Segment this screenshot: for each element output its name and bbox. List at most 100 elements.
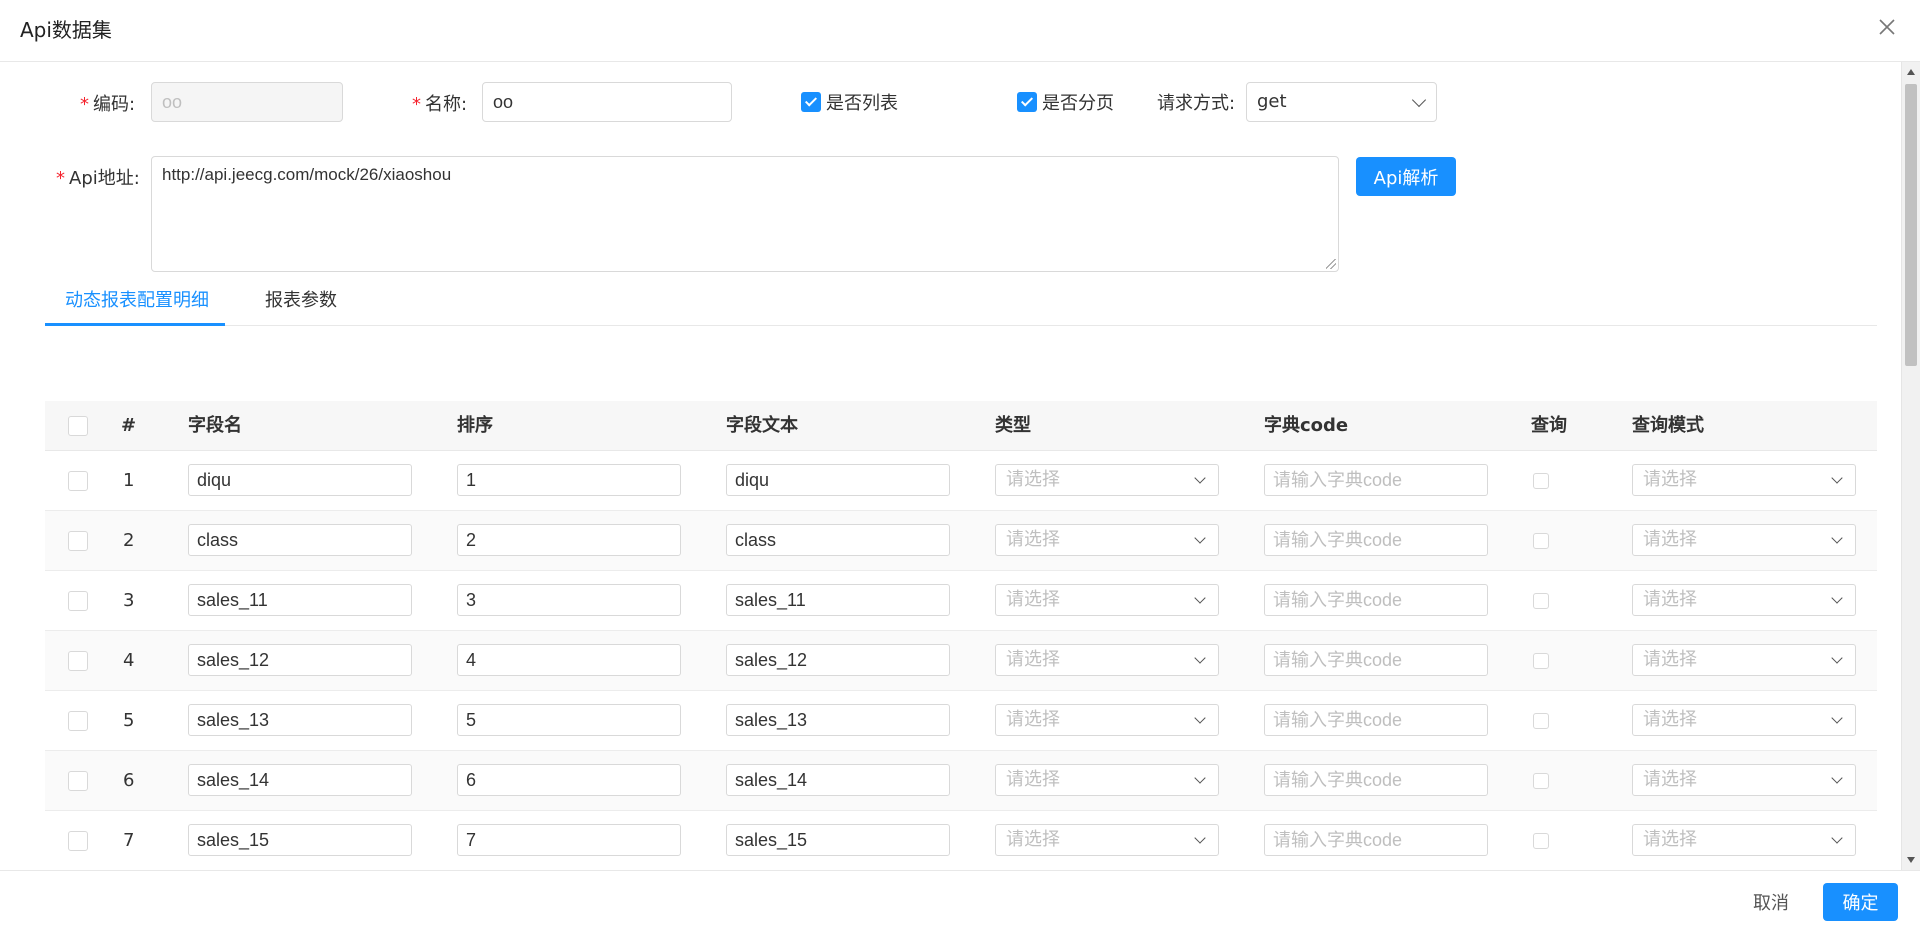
row-checkbox[interactable] bbox=[68, 591, 88, 611]
dict-code-input[interactable]: 请输入字典code bbox=[1264, 464, 1488, 496]
query-checkbox[interactable] bbox=[1533, 713, 1549, 729]
query-mode-select[interactable]: 请选择 bbox=[1632, 644, 1856, 676]
is-list-checkbox[interactable] bbox=[801, 92, 821, 112]
field-text-input[interactable]: diqu bbox=[726, 464, 950, 496]
field-name-input[interactable]: diqu bbox=[188, 464, 412, 496]
vertical-scrollbar[interactable] bbox=[1901, 62, 1920, 870]
field-text-input[interactable]: sales_11 bbox=[726, 584, 950, 616]
row-number: 3 bbox=[123, 590, 135, 611]
row-checkbox[interactable] bbox=[68, 771, 88, 791]
type-select[interactable]: 请选择 bbox=[995, 704, 1219, 736]
order-input[interactable]: 7 bbox=[457, 824, 681, 856]
type-select[interactable]: 请选择 bbox=[995, 464, 1219, 496]
field-text-input[interactable]: class bbox=[726, 524, 950, 556]
type-select[interactable]: 请选择 bbox=[995, 644, 1219, 676]
table-row: 4 sales_12 4 sales_12 请选择 请输入字典code 请选择 bbox=[45, 631, 1877, 691]
row-checkbox[interactable] bbox=[68, 831, 88, 851]
api-url-textarea[interactable]: http://api.jeecg.com/mock/26/xiaoshou bbox=[151, 156, 1339, 272]
query-checkbox[interactable] bbox=[1533, 773, 1549, 789]
dict-code-input[interactable]: 请输入字典code bbox=[1264, 764, 1488, 796]
close-button[interactable] bbox=[1872, 12, 1902, 42]
type-placeholder: 请选择 bbox=[1006, 469, 1060, 490]
query-mode-placeholder: 请选择 bbox=[1643, 469, 1697, 490]
type-select[interactable]: 请选择 bbox=[995, 764, 1219, 796]
dialog-title: Api数据集 bbox=[20, 18, 112, 42]
type-placeholder: 请选择 bbox=[1006, 589, 1060, 610]
order-input[interactable]: 2 bbox=[457, 524, 681, 556]
confirm-button[interactable]: 确定 bbox=[1823, 883, 1898, 921]
type-select[interactable]: 请选择 bbox=[995, 824, 1219, 856]
tab-report-params[interactable]: 报表参数 bbox=[265, 282, 337, 326]
is-paged-checkbox[interactable] bbox=[1017, 92, 1037, 112]
is-list-label: 是否列表 bbox=[826, 93, 898, 114]
order-input[interactable]: 6 bbox=[457, 764, 681, 796]
field-text-input[interactable]: sales_14 bbox=[726, 764, 950, 796]
dialog-footer: 取消 确定 bbox=[0, 870, 1920, 932]
dict-code-input[interactable]: 请输入字典code bbox=[1264, 524, 1488, 556]
type-placeholder: 请选择 bbox=[1006, 769, 1060, 790]
order-input[interactable]: 4 bbox=[457, 644, 681, 676]
type-select[interactable]: 请选择 bbox=[995, 524, 1219, 556]
field-name-input[interactable]: sales_15 bbox=[188, 824, 412, 856]
dict-code-input[interactable]: 请输入字典code bbox=[1264, 704, 1488, 736]
required-mark: * bbox=[80, 94, 89, 115]
query-mode-select[interactable]: 请选择 bbox=[1632, 824, 1856, 856]
row-checkbox[interactable] bbox=[68, 471, 88, 491]
query-checkbox[interactable] bbox=[1533, 653, 1549, 669]
config-table-root: # 字段名 排序 字段文本 类型 字典code 查询 查询模式 1 diqu 1 di… bbox=[45, 401, 1877, 870]
close-icon bbox=[1879, 19, 1895, 35]
row-checkbox[interactable] bbox=[68, 711, 88, 731]
field-text-input[interactable]: sales_15 bbox=[726, 824, 950, 856]
query-mode-select[interactable]: 请选择 bbox=[1632, 584, 1856, 616]
resize-handle-icon[interactable] bbox=[1326, 259, 1336, 269]
field-name-input[interactable]: class bbox=[188, 524, 412, 556]
field-name-input[interactable]: sales_11 bbox=[188, 584, 412, 616]
field-name-input[interactable]: sales_14 bbox=[188, 764, 412, 796]
chevron-down-icon bbox=[1194, 832, 1206, 844]
name-input[interactable]: oo bbox=[482, 82, 732, 122]
dict-code-input[interactable]: 请输入字典code bbox=[1264, 824, 1488, 856]
dict-code-input[interactable]: 请输入字典code bbox=[1264, 644, 1488, 676]
query-mode-select[interactable]: 请选择 bbox=[1632, 704, 1856, 736]
chevron-down-icon bbox=[1194, 652, 1206, 664]
dict-code-input[interactable]: 请输入字典code bbox=[1264, 584, 1488, 616]
col-field-name: 字段名 bbox=[188, 415, 242, 436]
query-checkbox[interactable] bbox=[1533, 593, 1549, 609]
chevron-down-icon bbox=[1831, 472, 1843, 484]
scroll-down-icon[interactable] bbox=[1902, 852, 1920, 868]
order-input[interactable]: 3 bbox=[457, 584, 681, 616]
query-checkbox[interactable] bbox=[1533, 473, 1549, 489]
table-row: 7 sales_15 7 sales_15 请选择 请输入字典code 请选择 bbox=[45, 811, 1877, 870]
scroll-up-icon[interactable] bbox=[1902, 64, 1920, 80]
field-name-input[interactable]: sales_13 bbox=[188, 704, 412, 736]
query-mode-select[interactable]: 请选择 bbox=[1632, 764, 1856, 796]
required-mark: * bbox=[56, 168, 65, 189]
tab-report-config[interactable]: 动态报表配置明细 bbox=[65, 282, 209, 326]
query-checkbox[interactable] bbox=[1533, 533, 1549, 549]
scrollbar-thumb[interactable] bbox=[1905, 84, 1917, 366]
api-parse-button[interactable]: Api解析 bbox=[1356, 157, 1456, 196]
type-select[interactable]: 请选择 bbox=[995, 584, 1219, 616]
query-mode-select[interactable]: 请选择 bbox=[1632, 524, 1856, 556]
query-checkbox[interactable] bbox=[1533, 833, 1549, 849]
query-mode-placeholder: 请选择 bbox=[1643, 769, 1697, 790]
field-name-input[interactable]: sales_12 bbox=[188, 644, 412, 676]
dialog-header: Api数据集 bbox=[0, 0, 1920, 62]
field-text-input[interactable]: sales_12 bbox=[726, 644, 950, 676]
row-checkbox[interactable] bbox=[68, 531, 88, 551]
order-input[interactable]: 1 bbox=[457, 464, 681, 496]
select-all-checkbox[interactable] bbox=[68, 416, 88, 436]
field-text-input[interactable]: sales_13 bbox=[726, 704, 950, 736]
col-field-text: 字段文本 bbox=[726, 415, 798, 436]
table-row: 6 sales_14 6 sales_14 请选择 请输入字典code 请选择 bbox=[45, 751, 1877, 811]
chevron-down-icon bbox=[1831, 832, 1843, 844]
cancel-button[interactable]: 取消 bbox=[1736, 883, 1806, 921]
chevron-down-icon bbox=[1194, 532, 1206, 544]
chevron-down-icon bbox=[1194, 472, 1206, 484]
query-mode-select[interactable]: 请选择 bbox=[1632, 464, 1856, 496]
method-select[interactable]: get bbox=[1246, 82, 1437, 122]
code-input[interactable]: oo bbox=[151, 82, 343, 122]
order-input[interactable]: 5 bbox=[457, 704, 681, 736]
type-placeholder: 请选择 bbox=[1006, 529, 1060, 550]
row-checkbox[interactable] bbox=[68, 651, 88, 671]
